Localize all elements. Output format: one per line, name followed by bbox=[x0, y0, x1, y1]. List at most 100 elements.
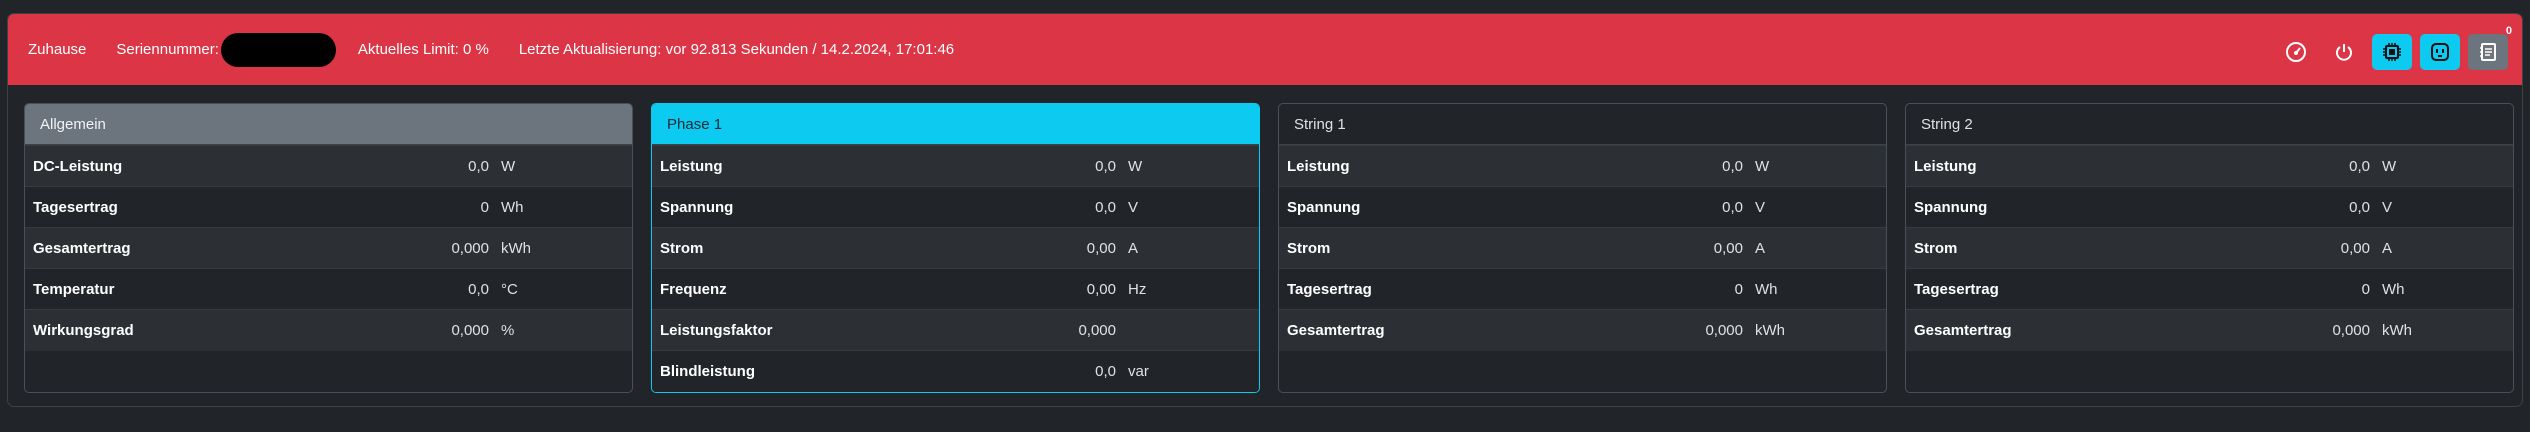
row-label: Gesamtertrag bbox=[1906, 309, 2226, 351]
row-value: 0,0 bbox=[2226, 145, 2376, 187]
row-unit: kWh bbox=[1749, 309, 1886, 351]
table-row: Leistung 0,0 W bbox=[1279, 145, 1886, 187]
row-label: Tagesertrag bbox=[1279, 268, 1599, 310]
row-label: Blindleistung bbox=[652, 350, 972, 392]
row-value: 0,0 bbox=[972, 350, 1122, 392]
table-row: Tagesertrag 0 Wh bbox=[25, 186, 632, 228]
row-unit: °C bbox=[495, 268, 632, 310]
card-general: Allgemein DC-Leistung 0,0 W Tagesertrag 0 Wh G… bbox=[24, 103, 633, 393]
row-unit: Hz bbox=[1122, 268, 1259, 310]
row-label: Leistung bbox=[652, 145, 972, 187]
table-string-2: Leistung 0,0 W Spannung 0,0 V Strom 0,00 A Tagese… bbox=[1906, 145, 2513, 351]
row-unit: W bbox=[1122, 145, 1259, 187]
row-value: 0,000 bbox=[1599, 309, 1749, 351]
row-value: 0,0 bbox=[2226, 186, 2376, 228]
row-value: 0,000 bbox=[345, 309, 495, 351]
row-value: 0,000 bbox=[345, 227, 495, 269]
inverter-panel: Zuhause Seriennummer: Aktuelles Limit: 0… bbox=[7, 13, 2523, 407]
row-unit: W bbox=[2376, 145, 2513, 187]
row-unit: V bbox=[2376, 186, 2513, 228]
row-label: Temperatur bbox=[25, 268, 345, 310]
row-label: Wirkungsgrad bbox=[25, 309, 345, 351]
table-row: Gesamtertrag 0,000 kWh bbox=[1279, 309, 1886, 351]
row-value: 0,00 bbox=[972, 268, 1122, 310]
last-update: Letzte Aktualisierung: vor 92.813 Sekund… bbox=[518, 41, 955, 58]
table-row: Wirkungsgrad 0,000% bbox=[25, 309, 632, 351]
table-row: DC-Leistung 0,0 W bbox=[25, 145, 632, 187]
row-unit: kWh bbox=[2376, 309, 2513, 351]
device-info-button[interactable] bbox=[2372, 34, 2412, 70]
row-unit: Wh bbox=[495, 186, 632, 228]
table-row: Temperatur 0,0 °C bbox=[25, 268, 632, 310]
table-row: Leistung 0,0 W bbox=[1906, 145, 2513, 187]
row-value: 0,00 bbox=[972, 227, 1122, 269]
table-row: Strom 0,00 A bbox=[652, 227, 1259, 269]
row-value: 0,00 bbox=[1599, 227, 1749, 269]
row-unit: % bbox=[495, 309, 632, 351]
table-row: Frequenz 0,00 Hz bbox=[652, 268, 1259, 310]
table-row: Leistungsfaktor 0,000 bbox=[652, 309, 1259, 351]
table-body: Leistung 0,0 W Spannung 0,0 V Strom 0,00 A Freque… bbox=[652, 145, 1259, 392]
row-label: Strom bbox=[1279, 227, 1599, 269]
speedometer-icon bbox=[2286, 42, 2306, 62]
row-label: Leistung bbox=[1279, 145, 1599, 187]
row-unit: var bbox=[1122, 350, 1259, 392]
row-value: 0 bbox=[1599, 268, 1749, 310]
table-general: DC-Leistung 0,0 W Tagesertrag 0 Wh Gesamtertra… bbox=[25, 145, 632, 351]
table-row: Gesamtertrag 0,000 kWh bbox=[25, 227, 632, 269]
row-label: Leistung bbox=[1906, 145, 2226, 187]
table-row: Blindleistung 0,0 var bbox=[652, 350, 1259, 392]
table-row: Strom 0,00 A bbox=[1279, 227, 1886, 269]
row-label: Spannung bbox=[1279, 186, 1599, 228]
row-label: Strom bbox=[1906, 227, 2226, 269]
inverter-name: Zuhause bbox=[28, 41, 87, 58]
grid-profile-button[interactable] bbox=[2420, 34, 2460, 70]
current-limit: Aktuelles Limit: 0 % bbox=[357, 41, 489, 58]
serial-number-label: Seriennummer: bbox=[116, 41, 219, 58]
limit-settings-button[interactable] bbox=[2276, 34, 2316, 70]
row-label: Spannung bbox=[1906, 186, 2226, 228]
row-unit: A bbox=[1122, 227, 1259, 269]
event-log-button[interactable]: 0 bbox=[2468, 25, 2512, 70]
row-label: DC-Leistung bbox=[25, 145, 345, 187]
row-label: Gesamtertrag bbox=[25, 227, 345, 269]
row-value: 0,0 bbox=[1599, 145, 1749, 187]
journal-icon bbox=[2480, 43, 2496, 61]
table-row: Gesamtertrag 0,000 kWh bbox=[1906, 309, 2513, 351]
outlet-icon bbox=[2431, 43, 2449, 61]
notification-badge: 0 bbox=[2505, 25, 2512, 37]
row-label: Tagesertrag bbox=[1906, 268, 2226, 310]
card-title: String 1 bbox=[1279, 104, 1886, 145]
row-unit: W bbox=[495, 145, 632, 187]
cpu-icon bbox=[2383, 43, 2401, 61]
row-unit bbox=[1122, 309, 1259, 351]
table-row: Tagesertrag 0 Wh bbox=[1906, 268, 2513, 310]
table-row: Tagesertrag 0 Wh bbox=[1279, 268, 1886, 310]
row-value: 0,00 bbox=[2226, 227, 2376, 269]
row-unit: Wh bbox=[1749, 268, 1886, 310]
card-title: Allgemein bbox=[25, 104, 632, 145]
table-row: Spannung 0,0 V bbox=[652, 186, 1259, 228]
row-label: Tagesertrag bbox=[25, 186, 345, 228]
row-label: Spannung bbox=[652, 186, 972, 228]
row-unit: A bbox=[1749, 227, 1886, 269]
card-string-2: String 2 Leistung 0,0 W Spannung 0,0 V Strom 0,… bbox=[1905, 103, 2514, 393]
row-unit: kWh bbox=[495, 227, 632, 269]
card-title: Phase 1 bbox=[652, 104, 1259, 145]
row-label: Frequenz bbox=[652, 268, 972, 310]
table-string-1: Leistung 0,0 W Spannung 0,0 V Strom 0,00 A Tagese… bbox=[1279, 145, 1886, 351]
table-row: Leistung 0,0 W bbox=[652, 145, 1259, 187]
header-toolbar: 0 bbox=[2276, 25, 2512, 70]
card-string-1: String 1 Leistung 0,0 W Spannung 0,0 V Strom 0,… bbox=[1278, 103, 1887, 393]
row-label: Gesamtertrag bbox=[1279, 309, 1599, 351]
serial-number-redaction bbox=[220, 32, 336, 67]
row-value: 0,0 bbox=[345, 268, 495, 310]
power-control-button[interactable] bbox=[2324, 34, 2364, 70]
row-value: 0,0 bbox=[972, 145, 1122, 187]
row-unit: A bbox=[2376, 227, 2513, 269]
table-body: Leistung 0,0 W Spannung 0,0 V Strom 0,00 A Tagese… bbox=[1279, 145, 1886, 351]
table-row: Spannung 0,0 V bbox=[1906, 186, 2513, 228]
row-unit: V bbox=[1749, 186, 1886, 228]
row-value: 0 bbox=[2226, 268, 2376, 310]
row-unit: V bbox=[1122, 186, 1259, 228]
